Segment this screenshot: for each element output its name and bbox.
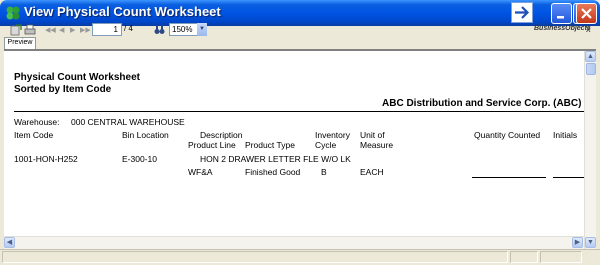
minimize-icon: [557, 16, 564, 19]
horizontal-scrollbar[interactable]: ◀ ▶: [4, 236, 584, 249]
row-description: HON 2 DRAWER LETTER FLE W/O LK: [200, 154, 351, 164]
window-close-button[interactable]: [576, 3, 597, 24]
col-product-type: Product Type: [245, 140, 295, 150]
col-description: Description: [200, 130, 243, 140]
binoculars-icon[interactable]: [154, 24, 165, 36]
col-product-line: Product Line: [188, 140, 236, 150]
print-icon[interactable]: [24, 24, 36, 36]
row-item-code: 1001-HON-H252: [14, 154, 78, 164]
row-product-line: WF&A: [188, 167, 213, 177]
col-unit-of: Unit of: [360, 130, 385, 140]
report-page: Physical Count Worksheet Sorted by Item …: [4, 51, 584, 236]
close-icon: [581, 8, 592, 19]
status-cell-3: [540, 251, 582, 263]
col-measure: Measure: [360, 140, 394, 150]
window-title: View Physical Count Worksheet: [24, 4, 221, 19]
scroll-right-icon[interactable]: ▶: [572, 237, 583, 248]
businessobjects-logo: BusinessObjects: [534, 25, 591, 32]
col-inventory: Inventory: [315, 130, 350, 140]
next-page-icon[interactable]: ▶: [70, 26, 75, 34]
minimize-button[interactable]: [551, 3, 572, 24]
row-cycle: B: [321, 167, 327, 177]
col-initials: Initials: [553, 130, 578, 140]
col-quantity-counted: Quantity Counted: [474, 130, 541, 140]
last-page-icon[interactable]: ▶▶: [80, 26, 91, 34]
window-titlebar[interactable]: View Physical Count Worksheet: [0, 0, 600, 26]
col-bin-location: Bin Location: [122, 130, 169, 140]
report-subtitle: Sorted by Item Code: [14, 84, 112, 95]
chevron-down-icon[interactable]: ▼: [197, 23, 207, 36]
page-number-input[interactable]: 1: [92, 23, 122, 36]
header-divider: [14, 111, 584, 112]
arrow-right-icon: [515, 6, 530, 19]
app-icon: [6, 6, 20, 20]
col-item-code: Item Code: [14, 130, 54, 140]
page-total: / 4: [124, 24, 133, 33]
vertical-scroll-thumb[interactable]: [586, 63, 596, 75]
warehouse-value: 000 CENTRAL WAREHOUSE: [71, 117, 185, 127]
company-name: ABC Distribution and Service Corp. (ABC): [382, 98, 582, 109]
col-cycle: Cycle: [315, 140, 337, 150]
warehouse-label: Warehouse:: [14, 117, 60, 127]
forward-arrow-button[interactable]: [511, 2, 533, 23]
row-bin-location: E-300-10: [122, 154, 157, 164]
status-cell-main: [2, 251, 508, 263]
scroll-down-icon[interactable]: ▼: [585, 237, 596, 248]
report-title: Physical Count Worksheet: [14, 72, 140, 83]
scroll-left-icon[interactable]: ◀: [4, 237, 15, 248]
first-page-icon[interactable]: ◀◀: [45, 26, 56, 34]
row-product-type: Finished Good: [245, 167, 301, 177]
prev-page-icon[interactable]: ◀: [59, 26, 64, 34]
status-cell-2: [510, 251, 538, 263]
close-preview-icon[interactable]: x: [586, 24, 591, 34]
scroll-up-icon[interactable]: ▲: [585, 51, 596, 62]
export-icon[interactable]: [10, 24, 22, 36]
initials-entry-line: [553, 177, 584, 178]
row-unit: EACH: [360, 167, 384, 177]
quantity-entry-line: [472, 177, 546, 178]
vertical-scrollbar[interactable]: ▲ ▼: [584, 51, 596, 249]
tab-preview[interactable]: Preview: [4, 37, 36, 49]
